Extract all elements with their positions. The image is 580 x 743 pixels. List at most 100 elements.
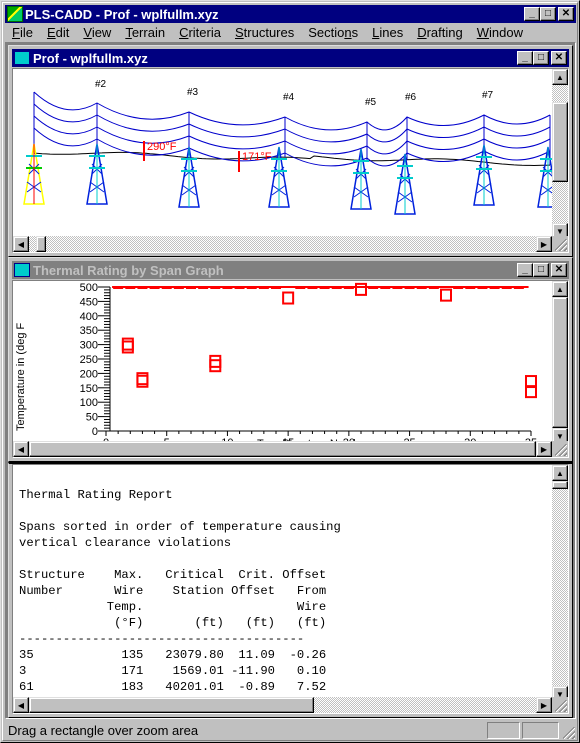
graph-close-button[interactable]: ✕: [551, 263, 567, 277]
y-tick-label: 300: [80, 340, 98, 352]
data-point: [209, 354, 222, 368]
resize-grip[interactable]: [552, 697, 568, 713]
graph-canvas[interactable]: 0510152025303505010015020025030035040045…: [12, 280, 569, 458]
data-point: [121, 340, 134, 354]
close-button[interactable]: ✕: [558, 7, 574, 21]
conductor-wire: [33, 103, 551, 143]
scroll-up-button[interactable]: ▲: [552, 281, 568, 297]
graph-minimize-button[interactable]: _: [517, 263, 533, 277]
y-tick-label: 450: [80, 296, 98, 308]
violation-label: 290°F: [147, 141, 177, 153]
tower-icon: [178, 146, 200, 208]
status-message: Drag a rectangle over zoom area: [8, 723, 199, 738]
report-horizontal-scrollbar[interactable]: ◀ ▶: [13, 697, 552, 713]
y-tick-label: 400: [80, 311, 98, 323]
data-point: [440, 288, 452, 302]
scroll-thumb[interactable]: [29, 441, 536, 457]
arrow-right-icon: ▶: [540, 444, 548, 454]
arrow-right-icon: ▶: [540, 700, 548, 710]
status-panel-2: [522, 722, 559, 739]
profile-view-icon[interactable]: [14, 51, 30, 65]
menu-file[interactable]: File: [5, 25, 40, 40]
report-window: Thermal Rating Report Spans sorted in or…: [8, 462, 573, 718]
scroll-left-button[interactable]: ◀: [13, 236, 29, 252]
report-text-area[interactable]: Thermal Rating Report Spans sorted in or…: [12, 464, 569, 714]
graph-window-titlebar[interactable]: Thermal Rating by Span Graph _ □ ✕: [12, 261, 569, 279]
tower-icon: [23, 143, 45, 205]
scroll-up-button[interactable]: ▲: [552, 69, 568, 85]
scroll-right-button[interactable]: ▶: [536, 441, 552, 457]
scroll-thumb[interactable]: [36, 236, 46, 252]
scroll-thumb[interactable]: [29, 697, 314, 713]
y-tick-label: 50: [86, 412, 98, 424]
scroll-thumb[interactable]: [552, 297, 568, 428]
graph-vertical-scrollbar[interactable]: ▲ ▼: [552, 281, 568, 444]
menu-structures[interactable]: Structures: [228, 25, 301, 40]
minimize-button[interactable]: _: [524, 7, 540, 21]
arrow-left-icon: ◀: [17, 444, 25, 454]
app-window: PLS-CADD - Prof - wplfullm.xyz _ □ ✕ Fil…: [0, 0, 580, 743]
profile-view-canvas[interactable]: #2 #3 #4 #5 #6 #7 290°F 171°F ▲ ▼ ◀ ▶: [12, 68, 569, 253]
arrow-down-icon: ▼: [556, 431, 564, 441]
graph-window: Thermal Rating by Span Graph _ □ ✕ 05101…: [8, 257, 573, 462]
resize-grip[interactable]: [552, 441, 568, 457]
tower-icon: [394, 153, 416, 215]
profile-drawing[interactable]: #2 #3 #4 #5 #6 #7 290°F 171°F: [13, 69, 552, 239]
profile-window-title: Prof - wplfullm.xyz: [33, 50, 148, 66]
graph-maximize-button[interactable]: □: [533, 263, 549, 277]
menu-edit[interactable]: Edit: [40, 25, 76, 40]
maximize-button[interactable]: □: [540, 7, 556, 21]
y-tick-label: 500: [80, 282, 98, 294]
arrow-down-icon: ▼: [556, 226, 564, 236]
data-point: [209, 359, 222, 373]
y-tick-label: 200: [80, 368, 98, 380]
app-titlebar[interactable]: PLS-CADD - Prof - wplfullm.xyz _ □ ✕: [5, 5, 576, 23]
menu-drafting[interactable]: Drafting: [410, 25, 470, 40]
data-point: [355, 282, 367, 296]
status-panel-1: [487, 722, 520, 739]
structure-label: #5: [365, 97, 377, 108]
maximize-icon: □: [537, 264, 545, 275]
scroll-left-button[interactable]: ◀: [13, 697, 29, 713]
maximize-icon: □: [544, 8, 552, 19]
conductor-wire: [33, 115, 551, 155]
menu-sections[interactable]: Sections: [301, 25, 365, 40]
y-tick-label: 250: [80, 354, 98, 366]
minimize-icon: _: [522, 264, 528, 275]
graph-horizontal-scrollbar[interactable]: ◀ ▶: [13, 441, 552, 457]
tower-icon: [350, 148, 372, 210]
pls-cadd-app-icon[interactable]: [7, 6, 23, 22]
menu-criteria[interactable]: Criteria: [172, 25, 228, 40]
profile-window: Prof - wplfullm.xyz _ □ ✕ #2 #3 #4 #5 #6 #7 29…: [8, 45, 573, 257]
arrow-up-icon: ▲: [556, 284, 564, 294]
profile-window-titlebar[interactable]: Prof - wplfullm.xyz _ □ ✕: [12, 49, 569, 67]
window-resize-grip[interactable]: [560, 724, 576, 740]
report-title: Thermal Rating Report: [19, 488, 173, 502]
menu-window[interactable]: Window: [470, 25, 530, 40]
y-tick-label: 0: [92, 426, 98, 438]
profile-maximize-button[interactable]: □: [533, 51, 549, 65]
profile-horizontal-scrollbar[interactable]: ◀ ▶: [13, 236, 552, 252]
data-point: [282, 291, 295, 305]
report-vertical-scrollbar[interactable]: ▲ ▼: [552, 465, 568, 702]
arrow-up-icon: ▲: [556, 468, 564, 478]
scroll-right-button[interactable]: ▶: [536, 236, 552, 252]
scroll-right-button[interactable]: ▶: [536, 697, 552, 713]
structure-label: #3: [187, 87, 199, 98]
scroll-thumb[interactable]: [552, 102, 568, 182]
scroll-up-button[interactable]: ▲: [552, 465, 568, 481]
resize-grip[interactable]: [552, 236, 568, 252]
report-intro-line-1: Spans sorted in order of temperature cau…: [19, 520, 341, 534]
profile-minimize-button[interactable]: _: [517, 51, 533, 65]
menu-terrain[interactable]: Terrain: [118, 25, 172, 40]
profile-close-button[interactable]: ✕: [551, 51, 567, 65]
scroll-left-button[interactable]: ◀: [13, 441, 29, 457]
menu-lines[interactable]: Lines: [365, 25, 410, 40]
menu-view[interactable]: View: [76, 25, 118, 40]
arrow-up-icon: ▲: [556, 72, 564, 82]
graph-icon[interactable]: [14, 263, 30, 277]
scroll-thumb[interactable]: [552, 481, 568, 489]
status-bar: Drag a rectangle over zoom area: [5, 721, 576, 740]
arrow-left-icon: ◀: [17, 700, 25, 710]
profile-vertical-scrollbar[interactable]: ▲ ▼: [552, 69, 568, 239]
